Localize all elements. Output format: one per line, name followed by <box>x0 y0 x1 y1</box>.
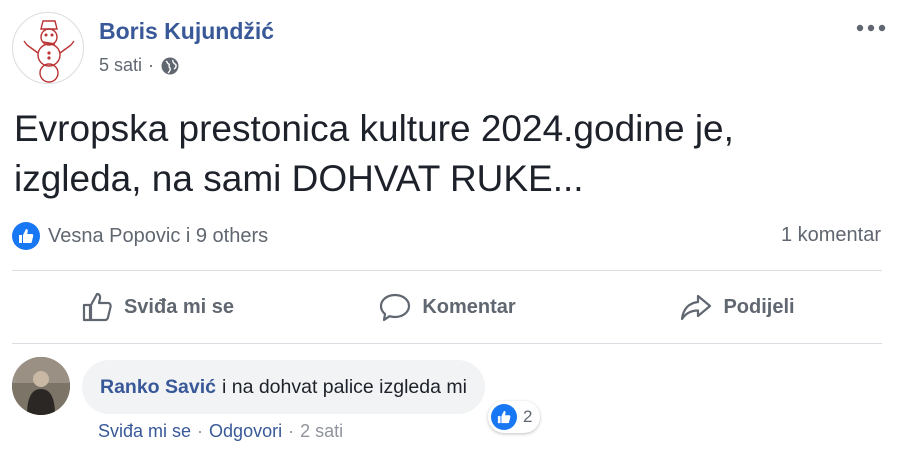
post-author-name[interactable]: Boris Kujundžić <box>99 18 274 45</box>
comment-author-name[interactable]: Ranko Savić <box>100 376 216 399</box>
reaction-summary[interactable]: Vesna Popovic i 9 others <box>12 220 268 252</box>
speech-bubble-icon <box>380 293 411 322</box>
like-button[interactable]: Sviđa mi se <box>12 272 302 342</box>
share-button[interactable]: Podijeli <box>592 272 882 342</box>
post-text-line: izgleda, na sami DOHVAT RUKE... <box>14 158 584 199</box>
comment-count[interactable]: 1 komentar <box>781 224 881 247</box>
thumbs-up-icon <box>82 292 112 322</box>
snowman-avatar-icon <box>23 20 75 83</box>
comment-button-label: Komentar <box>422 295 516 318</box>
author-avatar[interactable] <box>12 12 84 84</box>
comment-like-link[interactable]: Sviđa mi se <box>98 421 191 442</box>
post-text: Evropska prestonica kulture 2024.godine … <box>14 104 884 204</box>
comment-bubble: Ranko Savić i na dohvat palice izgleda m… <box>82 360 485 414</box>
comment-text: i na dohvat palice izgleda mi <box>221 375 467 398</box>
post-text-line: Evropska prestonica kulture 2024.godine … <box>14 108 734 149</box>
meta-separator: · <box>148 55 155 75</box>
like-icon <box>12 222 40 250</box>
comment-separator: · <box>197 421 204 441</box>
person-photo-icon <box>12 357 70 415</box>
divider <box>12 343 882 344</box>
more-options-button[interactable] <box>854 16 888 40</box>
post-actions: Sviđa mi se Komentar Podijeli <box>12 272 882 342</box>
comment-reply-link[interactable]: Odgovori <box>209 421 282 442</box>
ellipsis-icon <box>856 24 886 32</box>
share-button-label: Podijeli <box>723 295 795 318</box>
commenter-avatar[interactable] <box>12 357 70 415</box>
comment: Ranko Savić i na dohvat palice izgleda m… <box>12 357 888 447</box>
comment-separator: · <box>288 421 295 441</box>
comment-reactions[interactable]: 2 <box>488 401 541 433</box>
post-time[interactable]: 5 sati <box>99 55 142 76</box>
reaction-summary-text[interactable]: Vesna Popovic i 9 others <box>48 225 268 248</box>
like-button-label: Sviđa mi se <box>123 295 235 318</box>
like-icon <box>491 404 517 430</box>
comment-button[interactable]: Komentar <box>302 272 592 342</box>
post-meta: 5 sati · <box>99 55 180 76</box>
divider <box>12 270 882 271</box>
comment-actions: Sviđa mi se · Odgovori · 2 sati <box>98 421 343 442</box>
comment-time[interactable]: 2 sati <box>300 421 343 442</box>
globe-icon[interactable] <box>160 56 180 76</box>
post-header: Boris Kujundžić 5 sati · <box>12 12 888 86</box>
comment-reaction-count: 2 <box>523 407 533 426</box>
share-arrow-icon <box>681 294 712 321</box>
